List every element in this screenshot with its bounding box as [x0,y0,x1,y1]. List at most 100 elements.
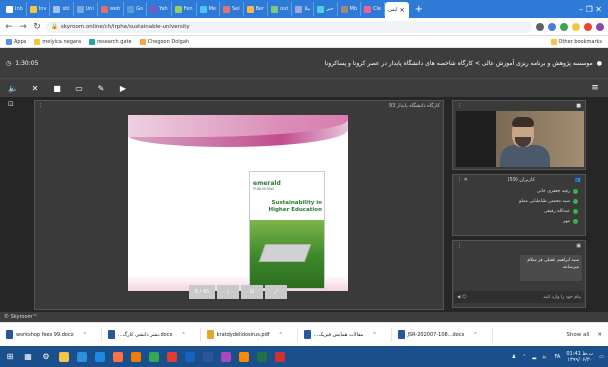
window-controls-icon[interactable]: – ❐ ✕ [573,5,608,14]
back-icon[interactable]: ← [4,22,14,32]
tab-close-icon[interactable]: ✕ [400,7,405,14]
presenter-body [500,145,550,167]
users-panel-window-icons[interactable]: ⋮ ✕ [457,177,468,183]
browser-tab[interactable]: یبلا [292,2,315,16]
browser-tab[interactable]: Yah [147,2,172,16]
extension-icon[interactable] [572,22,580,31]
user-list-item[interactable]: عبدالله رقیقی [454,206,584,216]
download-item[interactable]: ...نشر دانشی کارگ.docx ⌃ [107,327,201,342]
bookmark-item[interactable]: Apps [6,38,26,45]
browser-tab[interactable]: Fen [172,2,197,16]
browser-tab[interactable]: Go [124,2,148,16]
extension-icon[interactable] [584,22,592,31]
chrome-icon[interactable] [148,351,160,363]
expand-icon[interactable]: ⤢ [265,285,287,299]
extension-icon[interactable] [560,22,568,31]
browser-tab[interactable]: web [98,2,125,16]
windows-start-icon[interactable]: ⊞ [4,351,16,363]
settings-icon[interactable]: ⚙ [40,351,52,363]
zoom-icon[interactable]: ⌕ [217,285,239,299]
bookmark-item[interactable]: research gate [89,38,132,45]
mail-icon[interactable] [112,351,124,363]
download-item[interactable]: workshop fees 99.docx ⌃ [6,327,102,342]
task-view-icon[interactable]: ▦ [22,351,34,363]
video-camera-icon: ■ [576,103,581,109]
store-icon[interactable] [94,351,106,363]
chat-options-icon[interactable]: ⋮ [457,243,462,249]
extension-icon[interactable] [536,22,544,31]
user-icon[interactable]: ● [597,60,602,67]
paint-icon[interactable] [238,351,250,363]
browser-tab[interactable]: Ber [244,2,269,16]
browser-tab[interactable]: Uni [74,2,98,16]
people-icon[interactable]: ♟ [512,354,516,360]
browser-tab[interactable]: خبر [314,2,338,16]
chat-send-icons[interactable]: ◀ ☺ [457,295,467,300]
user-list-item[interactable]: رقیه جعفری خانی [454,186,584,196]
chevron-up-icon[interactable]: ⌃ [83,332,87,338]
forward-icon[interactable]: → [18,22,28,32]
taskbar-clock[interactable]: 01:41 ب.ظ ۱۳۹۹/۰۶/۳۰ [566,351,593,363]
edge-icon[interactable] [76,351,88,363]
browser-tab[interactable]: Inv [27,2,51,16]
extension-icon[interactable] [548,22,556,31]
browser-tab[interactable]: out [268,2,293,16]
chevron-up-icon[interactable]: ⌃ [279,332,283,338]
download-items: workshop fees 99.docx ⌃ ...نشر دانشی کارگ.… [6,327,493,342]
show-all-button[interactable]: Show all [566,332,589,338]
tab-label: Yah [159,6,168,12]
browser-tab[interactable]: Inb [3,2,27,16]
notifications-icon[interactable]: ▭ [599,354,604,360]
bookmarks-bar: Apps melyica negara research gate Chegoon D… [0,36,608,48]
word-icon[interactable] [202,351,214,363]
browser-tab[interactable]: Mb [338,2,362,16]
other-bookmarks[interactable]: Other bookmarks [550,38,602,45]
presentation-icon[interactable]: ▶ [118,83,128,93]
reload-icon[interactable]: ↻ [32,22,42,32]
volume-icon[interactable]: 🔈 [542,354,548,360]
video-options-icon[interactable]: ⋮ [457,103,462,109]
fullscreen-icon[interactable]: ⊡ [8,100,26,112]
browser-tab[interactable]: Me [197,2,220,16]
tray-overflow-icon[interactable]: ⌃ [522,354,526,360]
bookmark-item[interactable]: Chegoon Dolgah [139,38,189,45]
url-input[interactable]: 🔒 skyroom.online/ch/irphe/sustainable-un… [46,20,532,33]
book-title: Sustainability in Higher Education [268,200,323,213]
vlc-icon[interactable] [130,351,142,363]
outlook-icon[interactable] [184,351,196,363]
chevron-up-icon[interactable]: ⌃ [372,332,376,338]
file-explorer-icon[interactable] [58,351,70,363]
browser-tab[interactable]: sbl [50,2,74,16]
tab-label: web [109,6,121,12]
pen-icon[interactable]: ✎ [96,83,106,93]
excel-icon[interactable] [256,351,268,363]
presentation-options-icon[interactable]: ⋮ [38,103,43,109]
network-icon[interactable]: ▂ [532,354,536,360]
fit-icon[interactable]: ⊟ [241,285,263,299]
screen-share-icon[interactable]: ▭ [74,83,84,93]
speaker-icon[interactable]: 🔈 [8,83,18,93]
user-list-item[interactable]: مهر [454,216,584,226]
user-list-item[interactable]: سید محسن طباطبایی مملو [454,196,584,206]
close-icon[interactable]: ✕ [597,332,602,338]
mic-muted-icon[interactable]: ✕ [30,83,40,93]
download-item[interactable]: ...مقالات همایش فیزیک ⌃ [303,327,392,342]
download-item[interactable]: JSR-202007-108...docx ⌃ [397,327,493,342]
chevron-up-icon[interactable]: ⌃ [473,332,477,338]
opera-icon[interactable] [166,351,178,363]
tab-label: Me [208,6,216,12]
hamburger-menu-icon[interactable]: ≡ [590,83,600,93]
browser-tab[interactable]: Cle [361,2,386,16]
browser-tab-active[interactable]: ایمن ✕ [385,2,409,18]
bookmark-item[interactable]: melyica negara [34,38,81,45]
browser-tab[interactable]: Sel [220,2,244,16]
download-item[interactable]: kratdydelidosirus.pdf ⌃ [206,327,298,342]
camera-icon[interactable]: ■ [52,83,62,93]
acrobat-icon[interactable] [274,351,286,363]
photos-icon[interactable] [220,351,232,363]
input-language[interactable]: FA [555,354,561,360]
chat-input[interactable]: ◀ ☺ پیام خود را وارد کنید [454,291,584,303]
chevron-up-icon[interactable]: ⌃ [181,332,185,338]
new-tab-icon[interactable]: + [409,4,429,15]
avatar[interactable] [596,22,604,31]
